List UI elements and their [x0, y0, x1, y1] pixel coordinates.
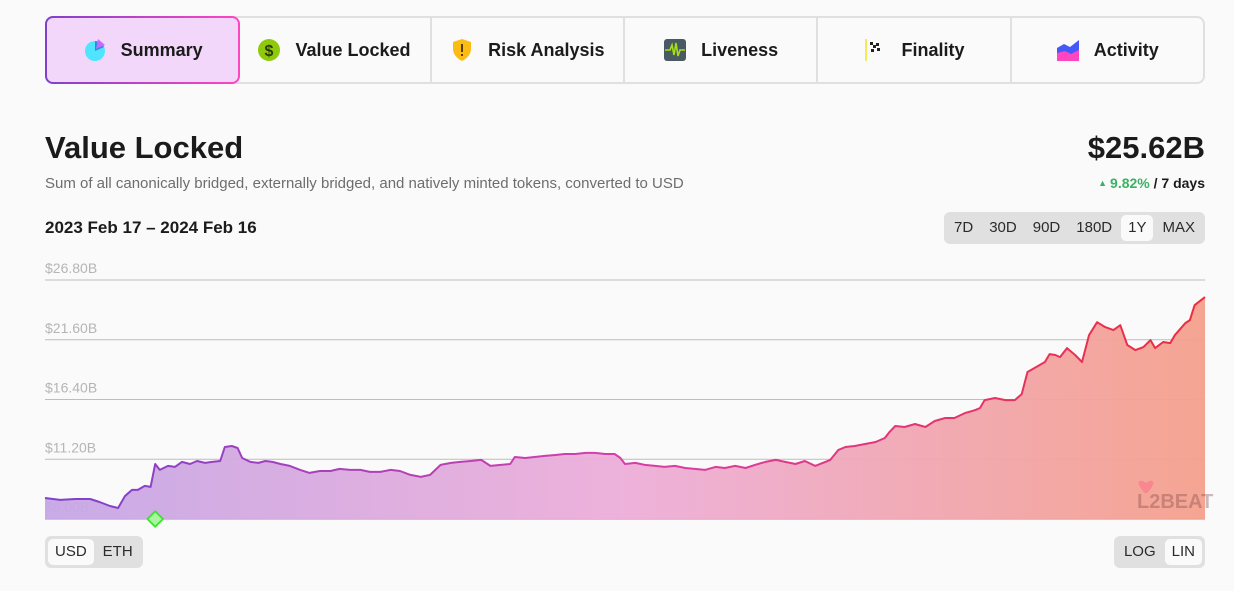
range-max[interactable]: MAX	[1155, 215, 1202, 241]
range-1y[interactable]: 1Y	[1121, 215, 1154, 241]
area-chart-icon	[1056, 40, 1079, 61]
tab-risk-analysis[interactable]: Risk Analysis	[432, 18, 625, 82]
change-indicator: ▲ 9.82% / 7 days	[1098, 175, 1205, 191]
pie-chart-icon	[84, 39, 105, 61]
tab-summary[interactable]: Summary	[45, 16, 240, 84]
chart-title: Value Locked	[45, 130, 244, 165]
checkered-flag-icon	[865, 39, 881, 61]
total-value: $25.62B	[1087, 130, 1205, 165]
section-tabs: Summary $ Value Locked Risk Analysis Liv…	[45, 16, 1205, 84]
value-locked-chart[interactable]: $6.00B$11.20B$16.40B$21.60B$26.80B L2BEA…	[0, 250, 1234, 535]
currency-usd[interactable]: USD	[48, 539, 94, 565]
time-range-selector: 7D 30D 90D 180D 1Y MAX	[944, 212, 1205, 244]
tab-liveness[interactable]: Liveness	[625, 18, 819, 82]
y-tick-label: $26.80B	[45, 260, 97, 276]
value-area	[45, 297, 1205, 519]
dollar-coin-icon: $	[258, 39, 281, 61]
change-period: / 7 days	[1149, 175, 1205, 191]
date-range: 2023 Feb 17 – 2024 Feb 16	[45, 218, 257, 237]
y-tick-label: $21.60B	[45, 320, 97, 336]
y-tick-label: $11.20B	[45, 439, 96, 455]
scale-log[interactable]: LOG	[1117, 539, 1163, 565]
change-percent: 9.82%	[1110, 175, 1150, 191]
scale-toggle: LOG LIN	[1113, 536, 1205, 568]
y-tick-label: $16.40B	[45, 380, 97, 396]
shield-warning-icon	[453, 39, 472, 61]
range-7d[interactable]: 7D	[947, 215, 980, 241]
range-180d[interactable]: 180D	[1069, 215, 1119, 241]
tab-label: Activity	[1093, 39, 1159, 60]
currency-eth[interactable]: ETH	[96, 539, 140, 565]
arrow-up-icon: ▲	[1098, 178, 1108, 188]
currency-toggle: USD ETH	[45, 536, 143, 568]
tab-label: Summary	[120, 39, 203, 60]
tab-label: Finality	[901, 39, 965, 60]
tab-activity[interactable]: Activity	[1012, 18, 1203, 82]
range-30d[interactable]: 30D	[982, 215, 1024, 241]
heartbeat-icon	[664, 39, 687, 61]
range-90d[interactable]: 90D	[1026, 215, 1068, 241]
scale-lin[interactable]: LIN	[1164, 539, 1202, 565]
tab-label: Value Locked	[295, 39, 411, 60]
svg-text:L2BEAT: L2BEAT	[1137, 491, 1213, 513]
tab-label: Liveness	[701, 39, 779, 60]
chart-subtitle: Sum of all canonically bridged, external…	[45, 175, 684, 192]
tab-value-locked[interactable]: $ Value Locked	[238, 18, 432, 82]
tab-finality[interactable]: Finality	[818, 18, 1012, 82]
tab-label: Risk Analysis	[488, 39, 605, 60]
svg-text:$: $	[265, 43, 274, 60]
